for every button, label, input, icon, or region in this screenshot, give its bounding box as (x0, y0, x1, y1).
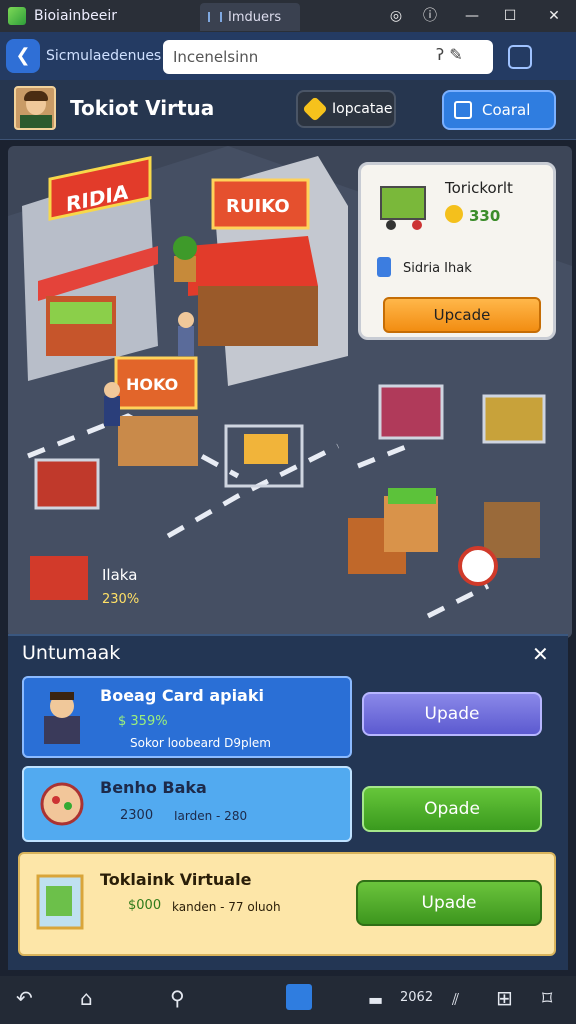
maximize-button[interactable]: ☐ (500, 6, 520, 26)
manager-icon (44, 692, 80, 744)
row-title: Toklaink Virtuale (100, 870, 252, 889)
info-icon[interactable]: ⓘ (420, 6, 440, 26)
panel-title: Untumaak (22, 642, 121, 664)
card-store-line: Sidria Ihak (403, 261, 472, 276)
tabs-icon[interactable] (286, 984, 312, 1010)
board-item-value: 230% (102, 592, 140, 607)
minimize-button[interactable]: — (462, 6, 482, 26)
row-sub: Iarden - 280 (174, 809, 248, 823)
tab-label: Imduers (228, 9, 282, 25)
back-button[interactable]: ❮ (6, 39, 40, 73)
document-icon (377, 257, 391, 277)
status-icon: ▬ (368, 990, 384, 1009)
home-icon[interactable]: ⌂ (80, 986, 93, 1010)
row-title: Benho Baka (100, 778, 207, 797)
bookmark-icon[interactable]: ⌑ (542, 986, 552, 1010)
cart-icon (380, 186, 426, 230)
store-info-card: Torickorlt 330 Sidria Ihak Upcade (358, 162, 556, 340)
upgrade-row[interactable]: Boeag Card apiaki $ 359% Sokor loobeard … (22, 676, 352, 758)
signal-icon: ⫽ (452, 990, 460, 1009)
qr-icon[interactable]: ⊞ (496, 986, 513, 1010)
window-tab[interactable]: Imduers (200, 3, 300, 31)
primary-pill-button[interactable]: Iopcatae (296, 90, 396, 128)
secondary-pill-label: Coaral (482, 101, 531, 119)
close-button[interactable]: ✕ (544, 6, 564, 26)
svg-text:RUIKO: RUIKO (226, 196, 290, 217)
upgrade-button-2[interactable]: Opade (362, 786, 542, 832)
app-logo-icon (8, 7, 26, 25)
row-title: Boeag Card apiaki (100, 686, 264, 705)
address-actions-icon[interactable]: ʔ ✎ (436, 45, 463, 64)
card-store-name: Torickorlt (445, 179, 513, 197)
upgrade-button-3[interactable]: Upade (356, 880, 542, 926)
tab-icon (208, 12, 222, 22)
card-upgrade-button[interactable]: Upcade (383, 297, 541, 333)
secondary-pill-button[interactable]: Coaral (442, 90, 556, 130)
search-icon[interactable]: ⚲ (170, 986, 185, 1010)
upgrade-button-1[interactable]: Upade (362, 692, 542, 736)
board-item-label: Ilaka (102, 566, 138, 584)
coin-icon (302, 96, 328, 122)
status-text: 2062 (400, 990, 434, 1005)
upgrade-row[interactable]: Benho Baka 2300 Iarden - 280 (22, 766, 352, 842)
game-title: Tokiot Virtua (70, 96, 215, 120)
svg-text:HOKO: HOKO (126, 375, 178, 394)
crate-icon (36, 874, 84, 930)
close-icon[interactable]: ✕ (532, 642, 549, 666)
back-icon[interactable]: ↶ (16, 986, 33, 1010)
row-value: $ 359% (118, 714, 168, 729)
card-store-value: 330 (469, 207, 501, 225)
store-icon (454, 101, 472, 119)
row-value: 2300 (120, 808, 154, 823)
site-label: Sicmulaedenues (46, 48, 162, 64)
store-building-1: RIDIA (22, 155, 158, 381)
primary-pill-label: Iopcatae (332, 101, 393, 117)
row-sub: Sokor loobeard D9plem (130, 736, 271, 750)
coin-icon (445, 205, 463, 223)
food-icon (40, 782, 84, 826)
settings-icon[interactable]: ◎ (386, 6, 406, 26)
player-avatar[interactable] (14, 86, 56, 130)
app-title: Bioiainbeeir (34, 8, 118, 24)
row-sub: kanden - 77 oluoh (172, 900, 281, 914)
extensions-icon[interactable] (508, 45, 532, 69)
row-value: $000 (128, 898, 162, 913)
